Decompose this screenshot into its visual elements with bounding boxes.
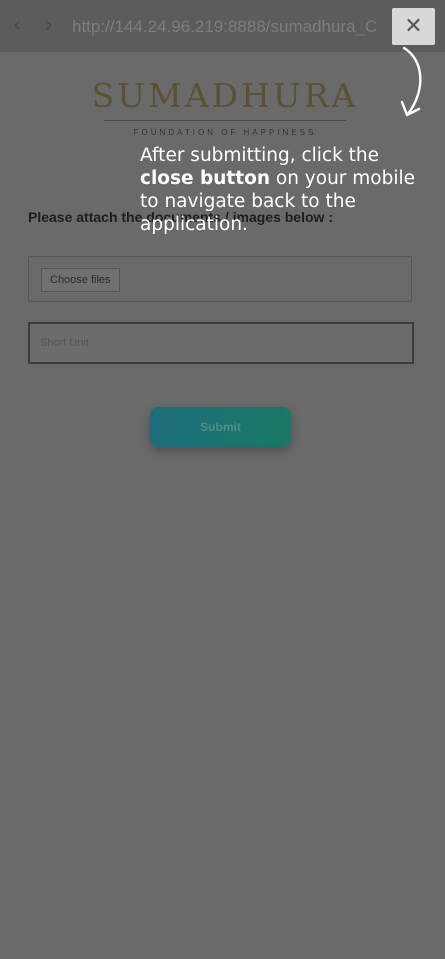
logo-wordmark: SUMADHURA bbox=[91, 76, 359, 115]
curved-arrow-icon bbox=[400, 46, 422, 117]
browser-toolbar: ‹ › http://144.24.96.219:8888/sumadhura_… bbox=[0, 0, 445, 52]
close-button[interactable]: ✕ bbox=[392, 8, 435, 45]
app-screen: ‹ › http://144.24.96.219:8888/sumadhura_… bbox=[0, 0, 445, 959]
hint-prefix: After submitting, click the bbox=[140, 145, 380, 166]
logo-tagline: FOUNDATION OF HAPPINESS bbox=[133, 128, 317, 137]
chevron-left-icon[interactable]: ‹ bbox=[4, 12, 30, 40]
logo-divider bbox=[104, 120, 346, 121]
url-field[interactable]: http://144.24.96.219:8888/sumadhura_C bbox=[72, 14, 380, 40]
chevron-right-icon[interactable]: › bbox=[36, 12, 62, 40]
file-upload-field: Choose files bbox=[28, 256, 412, 302]
close-icon: ✕ bbox=[404, 14, 423, 39]
short-unit-input[interactable] bbox=[28, 322, 414, 364]
instruction-hint: After submitting, click the close button… bbox=[140, 144, 430, 236]
hint-bold: close button bbox=[140, 168, 270, 189]
choose-files-button[interactable]: Choose files bbox=[41, 268, 120, 292]
brand-logo: SUMADHURA FOUNDATION OF HAPPINESS bbox=[90, 74, 360, 139]
submit-button[interactable]: Submit bbox=[150, 407, 291, 447]
